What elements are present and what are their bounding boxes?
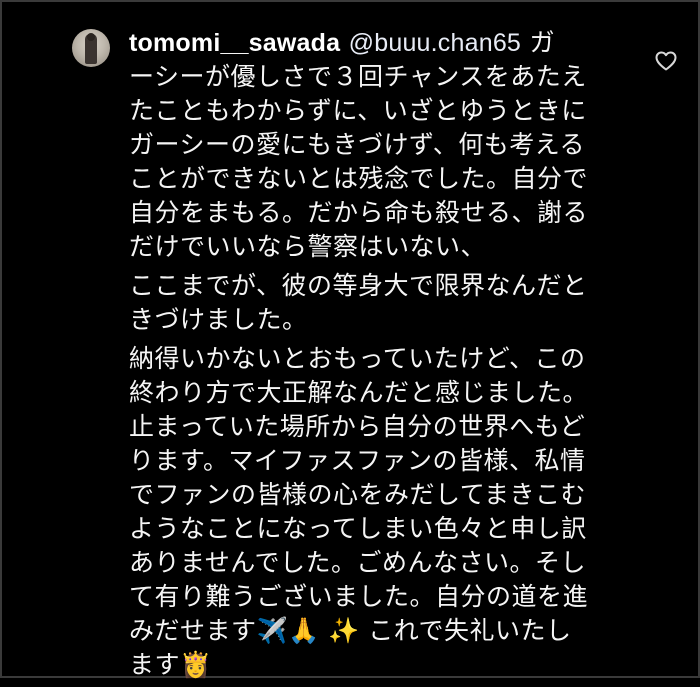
comment-line: ありませんでした。ごめんなさい。そし	[129, 548, 587, 577]
comment-paragraph-3: 納得いかないとおもっていたけど、この 終わり方で大正解なんだと感じました。 止ま…	[129, 342, 629, 682]
comment-line: ガーシーの愛にもきづけず、何も考える	[129, 130, 586, 159]
comment-line: ります。マイファスファンの皆様、私情	[129, 446, 586, 475]
avatar-head	[87, 33, 95, 41]
comment-card: tomomi__sawada @buuu.chan65 ガ ーシーが優しさで３回…	[0, 0, 700, 679]
comment-line: て有り難うございました。自分の道を進	[129, 582, 589, 611]
comment-line: でファンの皆様の心をみだしてまきこむ	[129, 480, 587, 509]
username-link[interactable]: tomomi__sawada	[129, 29, 340, 57]
comment-line: ます👸	[129, 650, 212, 679]
comment-line: たこともわからずに、いざとゆうときに	[129, 96, 587, 125]
comment-paragraph-2: ここまでが、彼の等身大で限界なんだと きづけました。	[129, 269, 629, 337]
comment-paragraph-1: tomomi__sawada @buuu.chan65 ガ ーシーが優しさで３回…	[129, 26, 629, 264]
comment-line: みだせます✈️🙏 ✨ これで失礼いたし	[129, 616, 572, 645]
comment-text: ガ	[529, 28, 555, 57]
comment-line: ーシーが優しさで３回チャンスをあたえ	[129, 62, 587, 91]
mention-link[interactable]: @buuu.chan65	[349, 29, 521, 57]
comment-line: 止まっていた場所から自分の世界へもど	[129, 412, 586, 441]
heart-icon[interactable]	[654, 49, 678, 73]
comment-line: 納得いかないとおもっていたけど、この	[129, 344, 586, 373]
comment-line: ここまでが、彼の等身大で限界なんだと	[129, 271, 588, 300]
comment-body: tomomi__sawada @buuu.chan65 ガ ーシーが優しさで３回…	[129, 26, 629, 687]
comment-line: きづけました。	[129, 305, 308, 334]
comment-line: ようなことになってしまい色々と申し訳	[129, 514, 587, 543]
avatar[interactable]	[72, 29, 110, 67]
comment-line: 自分をまもる。だから命も殺せる、謝る	[129, 198, 589, 227]
comment-line: ことができないとは残念でした。自分で	[129, 164, 589, 193]
comment-line: 終わり方で大正解なんだと感じました。	[129, 378, 589, 407]
comment-line: だけでいいなら警察はいない、	[129, 232, 487, 261]
comment-line: tomomi__sawada @buuu.chan65 ガ	[129, 26, 629, 60]
